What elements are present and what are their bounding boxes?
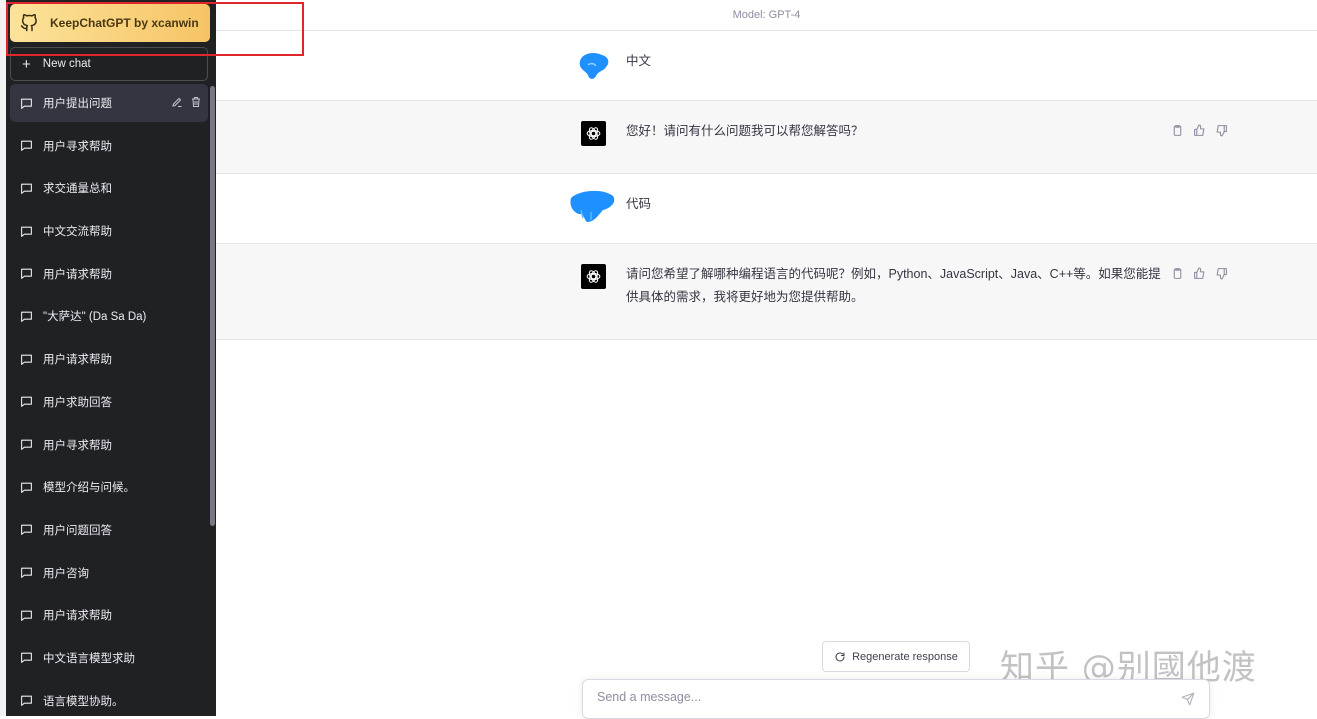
chat-bubble-icon — [21, 226, 32, 237]
message-assistant: 您好！请问有什么问题我可以帮您解答吗？ — [216, 101, 1317, 174]
regenerate-label: Regenerate response — [852, 650, 958, 663]
thumbs-down-icon[interactable] — [1215, 267, 1228, 280]
sidebar-chat-item[interactable]: 用户咨询 — [10, 554, 208, 592]
regenerate-button[interactable]: Regenerate response — [822, 641, 970, 672]
thumbs-down-icon[interactable] — [1215, 124, 1228, 137]
sidebar-chat-item[interactable]: 求交通量总和 — [10, 169, 208, 207]
message-assistant: 请问您希望了解哪种编程语言的代码呢？例如，Python、JavaScript、J… — [216, 244, 1317, 340]
openai-logo-icon — [586, 270, 601, 283]
message-text: 您好！请问有什么问题我可以帮您解答吗？ — [626, 124, 864, 138]
thumbs-up-icon[interactable] — [1193, 124, 1206, 137]
openai-logo-icon — [586, 127, 601, 140]
sidebar-chat-item[interactable]: 用户请求帮助 — [10, 255, 208, 293]
sidebar-chat-item[interactable]: 语言模型协助。 — [10, 682, 208, 716]
message-text: 中文 — [626, 54, 652, 68]
message-user: 中文 — [216, 31, 1317, 101]
message-input[interactable] — [595, 689, 1159, 705]
chat-history-list: 用户提出问题 用户寻求帮助 求交通量总和 中文交流帮助 用户请求帮助 "大萨达" (Da … — [10, 84, 208, 716]
message-text: 请问您希望了解哪种编程语言的代码呢？例如，Python、JavaScript、J… — [626, 267, 1161, 304]
sidebar-chat-label: 用户提出问题 — [43, 98, 112, 110]
sidebar-chat-label: 模型介绍与问候。 — [43, 482, 135, 495]
user-avatar — [570, 190, 615, 222]
chat-bubble-icon — [21, 268, 32, 280]
sidebar-chat-item[interactable]: 用户提出问题 — [10, 84, 208, 122]
assistant-avatar — [581, 264, 606, 289]
chat-bubble-icon — [21, 439, 32, 450]
chat-bubble-icon — [21, 140, 32, 152]
chat-bubble-icon — [21, 610, 32, 621]
plus-icon: + — [22, 55, 31, 73]
user-avatar — [579, 53, 609, 79]
chat-bubble-icon — [21, 183, 32, 194]
sidebar-chat-item[interactable]: 用户请求帮助 — [10, 340, 208, 378]
sidebar-chat-item[interactable]: "大萨达" (Da Sa Da) — [10, 297, 208, 335]
message-actions — [1171, 267, 1228, 280]
message-text: 代码 — [626, 197, 652, 211]
sidebar-chat-label: 用户寻求帮助 — [43, 439, 112, 452]
chat-bubble-icon — [21, 653, 32, 664]
edit-icon[interactable] — [171, 96, 183, 108]
sidebar-chat-label: 中文交流帮助 — [43, 226, 112, 239]
sidebar-chat-label: 用户求助回答 — [43, 396, 112, 409]
model-header: Model: GPT-4 — [216, 0, 1317, 31]
sidebar-chat-item[interactable]: 用户请求帮助 — [10, 596, 208, 634]
sidebar-chat-item[interactable]: 模型介绍与问候。 — [10, 468, 208, 506]
chat-bubble-icon — [21, 396, 32, 408]
sidebar-chat-label: 用户咨询 — [43, 567, 89, 580]
trash-icon[interactable] — [190, 96, 202, 108]
assistant-avatar — [581, 121, 606, 146]
message-user: 代码 — [216, 174, 1317, 244]
sidebar-chat-label: 中文语言模型求助 — [43, 652, 135, 665]
copy-icon[interactable] — [1171, 267, 1184, 280]
chat-bubble-icon — [21, 695, 32, 707]
chat-bubble-icon — [21, 567, 32, 578]
chat-item-actions — [171, 96, 202, 108]
thumbs-up-icon[interactable] — [1193, 267, 1206, 280]
sidebar-chat-item[interactable]: 用户问题回答 — [10, 511, 208, 549]
sidebar-chat-label: 求交通量总和 — [43, 183, 112, 196]
sidebar-chat-item[interactable]: 用户寻求帮助 — [10, 127, 208, 165]
sidebar-chat-item[interactable]: 中文语言模型求助 — [10, 639, 208, 677]
chat-bubble-icon — [21, 525, 32, 536]
refresh-icon — [835, 651, 845, 661]
sidebar-scrollbar[interactable] — [210, 86, 215, 526]
sidebar-chat-item[interactable]: 中文交流帮助 — [10, 212, 208, 250]
sidebar-chat-label: 用户请求帮助 — [43, 268, 112, 281]
sidebar-left-edge — [0, 0, 6, 716]
github-icon — [20, 14, 37, 32]
sidebar-chat-label: 用户请求帮助 — [43, 610, 112, 623]
new-chat-button[interactable]: + New chat — [10, 47, 208, 81]
sidebar-chat-label: 语言模型协助。 — [43, 695, 124, 708]
model-label: Model: GPT-4 — [732, 9, 801, 21]
send-icon[interactable] — [1181, 692, 1195, 706]
message-actions — [1171, 124, 1228, 137]
sidebar-chat-label: 用户问题回答 — [43, 524, 112, 537]
sidebar-chat-label: 用户寻求帮助 — [43, 140, 112, 153]
chat-bubble-icon — [21, 354, 32, 365]
sidebar-chat-label: 用户请求帮助 — [43, 354, 112, 367]
chat-bubble-icon — [21, 311, 32, 322]
chat-bubble-icon — [21, 98, 32, 109]
brand-button[interactable]: KeepChatGPT by xcanwin — [10, 4, 210, 42]
sidebar-chat-item[interactable]: 用户寻求帮助 — [10, 426, 208, 464]
new-chat-label: New chat — [42, 58, 91, 70]
copy-icon[interactable] — [1171, 124, 1184, 137]
brand-title: KeepChatGPT by xcanwin — [50, 16, 199, 30]
sidebar-chat-label: "大萨达" (Da Sa Da) — [43, 311, 147, 324]
message-composer — [582, 679, 1210, 719]
sidebar: KeepChatGPT by xcanwin + New chat 用户提出问题… — [0, 0, 216, 716]
chat-bubble-icon — [21, 482, 32, 493]
sidebar-chat-item[interactable]: 用户求助回答 — [10, 383, 208, 421]
